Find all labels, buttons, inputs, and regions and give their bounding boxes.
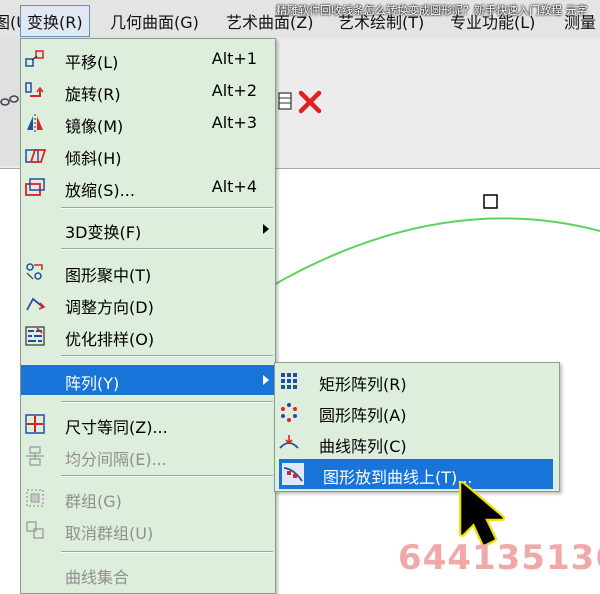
menu-item-equal-size[interactable]: 尺寸等同(Z)... [21, 409, 275, 439]
submenu-arrow-icon [263, 375, 269, 385]
distribute-spacing-icon [26, 446, 44, 466]
rotate-icon [25, 82, 44, 97]
menu-transform[interactable]: 变换(R) [20, 5, 90, 37]
menu-item-label: 3D变换(F) [65, 223, 142, 242]
menu-item-array[interactable]: 阵列(Y) [21, 365, 275, 395]
menu-item-adjust-direction[interactable]: 调整方向(D) [21, 289, 275, 319]
menu-item-label: 平移(L) [65, 53, 119, 72]
menu-item-mirror[interactable]: 镜像(M) Alt+3 [21, 108, 275, 138]
shortcut-label: Alt+1 [211, 49, 257, 68]
menu-item-label: 图形放到曲线上(T)... [323, 468, 473, 487]
menu-item-center-graphics[interactable]: 图形聚中(T) [21, 257, 275, 287]
menu-item-label: 调整方向(D) [65, 298, 154, 317]
menu-item-label: 放缩(S)... [65, 181, 135, 200]
menu-bar: 图(U) 变换(R) 几何曲面(G) 艺术曲面(Z) 艺术绘制(T) 专业功能(… [0, 0, 600, 39]
circular-array-icon [281, 403, 297, 422]
arc-curve[interactable] [269, 217, 600, 288]
skew-icon [25, 149, 46, 163]
group-icon [26, 489, 44, 507]
menu-item-group[interactable]: 群组(G) [21, 483, 275, 513]
table-icon[interactable] [278, 90, 294, 112]
rectangular-array-icon [281, 373, 297, 389]
menu-geometric-surface[interactable]: 几何曲面(G) [110, 9, 199, 33]
menu-separator [61, 551, 273, 553]
menu-separator [61, 207, 273, 209]
menu-separator [61, 248, 273, 250]
optimize-nesting-icon [25, 326, 45, 346]
menu-item-label: 曲线集合 [65, 568, 130, 587]
glasses-icon[interactable] [0, 90, 20, 110]
menu-item-label: 圆形阵列(A) [319, 406, 407, 425]
menu-item-curve-collection[interactable]: 曲线集合 [21, 559, 275, 589]
shortcut-label: Alt+4 [211, 177, 257, 196]
menu-item-distribute-spacing[interactable]: 均分间隔(E)... [21, 441, 275, 471]
selection-handle[interactable] [483, 194, 498, 209]
place-on-curve-icon [282, 463, 304, 485]
menu-item-3d-transform[interactable]: 3D变换(F) [21, 214, 275, 244]
menu-item-rotate[interactable]: 旋转(R) Alt+2 [21, 76, 275, 106]
menu-item-ungroup[interactable]: 取消群组(U) [21, 515, 275, 545]
menu-item-label: 图形聚中(T) [65, 266, 152, 285]
menu-item-label: 镜像(M) [65, 117, 124, 136]
submenu-item-curve-array[interactable]: 曲线阵列(C) [275, 428, 559, 458]
curve-array-icon [279, 435, 299, 449]
menu-item-label: 优化排样(O) [65, 330, 155, 349]
close-icon[interactable] [296, 88, 324, 116]
submenu-item-rectangular-array[interactable]: 矩形阵列(R) [275, 366, 559, 396]
menu-item-label: 尺寸等同(Z)... [65, 418, 168, 437]
menu-item-label: 曲线阵列(C) [319, 437, 407, 456]
scale-icon [25, 178, 45, 196]
menu-item-optimize-nesting[interactable]: 优化排样(O) [21, 321, 275, 351]
menu-item-label: 倾斜(H) [65, 149, 122, 168]
menu-separator [61, 355, 273, 357]
menu-item-skew[interactable]: 倾斜(H) [21, 140, 275, 170]
array-submenu: 矩形阵列(R) 圆形阵列(A) 曲线阵列(C) 图形放到曲线上(T)... [274, 362, 560, 492]
submenu-arrow-icon [263, 224, 269, 234]
menu-item-label: 取消群组(U) [65, 524, 154, 543]
menu-item-label: 群组(G) [65, 492, 122, 511]
menu-item-scale[interactable]: 放缩(S)... Alt+4 [21, 172, 275, 202]
menu-item-label: 旋转(R) [65, 85, 121, 104]
shortcut-label: Alt+2 [211, 81, 257, 100]
equal-size-icon [25, 414, 45, 434]
translate-icon [25, 50, 44, 67]
shortcut-label: Alt+3 [211, 113, 257, 132]
menu-separator [61, 401, 273, 403]
menu-separator [61, 475, 273, 477]
center-graphics-icon [26, 263, 43, 280]
ungroup-icon [26, 521, 44, 539]
menu-item-label: 阵列(Y) [65, 374, 120, 393]
adjust-direction-icon [26, 297, 46, 311]
video-title-overlay: 精雕软件回收线条怎么转换变成圆形呢？新手快速入门教程 元字 [276, 4, 588, 17]
watermark: 644135136 [398, 538, 600, 578]
menu-item-label: 均分间隔(E)... [65, 450, 167, 469]
menu-item-label: 矩形阵列(R) [319, 375, 407, 394]
menu-item-translate[interactable]: 平移(L) Alt+1 [21, 44, 275, 74]
transform-menu: 平移(L) Alt+1 旋转(R) Alt+2 镜像(M) Alt+3 倾斜(H… [20, 38, 276, 594]
submenu-item-circular-array[interactable]: 圆形阵列(A) [275, 397, 559, 427]
mirror-icon [27, 114, 43, 132]
